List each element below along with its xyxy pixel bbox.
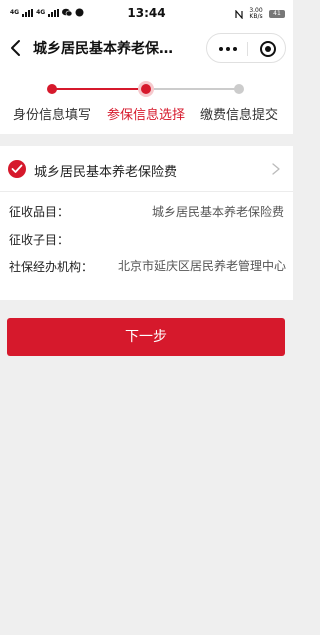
mini-program-capsule xyxy=(206,33,286,63)
back-button[interactable] xyxy=(6,36,28,60)
progress-steps: 身份信息填写 参保信息选择 缴费信息提交 xyxy=(0,68,293,134)
insurance-card: 城乡居民基本养老保险费 征收品目： 城乡居民基本养老保险费 征收子目： 社保经办… xyxy=(0,146,293,300)
target-circle-icon[interactable] xyxy=(260,41,276,57)
social-security-agency-label: 社保经办机构： xyxy=(9,260,94,274)
step-line-done xyxy=(52,88,146,90)
more-dots-icon[interactable] xyxy=(219,47,237,51)
step-dot-3 xyxy=(234,84,244,94)
step-label-1: 身份信息填写 xyxy=(13,108,92,123)
collection-subitem-label: 征收子目： xyxy=(9,233,70,247)
battery-indicator: 41 xyxy=(269,10,285,18)
screen: 4G 4G 13:44 3.00 KB/s 41 城乡居民基本养老保… 身份信息… xyxy=(0,0,293,635)
check-circle-icon xyxy=(8,160,26,178)
step-label-3: 缴费信息提交 xyxy=(200,108,279,123)
status-bar: 4G 4G 13:44 3.00 KB/s 41 xyxy=(0,0,293,28)
status-right: 3.00 KB/s 41 xyxy=(235,8,285,20)
step-label-2: 参保信息选择 xyxy=(107,108,186,123)
chevron-right-icon xyxy=(272,163,280,175)
collection-item-label: 征收品目： xyxy=(9,205,70,219)
nav-bar: 城乡居民基本养老保… xyxy=(0,28,293,68)
page-title: 城乡居民基本养老保… xyxy=(33,41,173,57)
social-security-agency-value: 北京市延庆区居民养老管理中心 xyxy=(117,259,286,273)
insurance-type-selector[interactable]: 城乡居民基本养老保险费 xyxy=(0,146,293,192)
next-step-button[interactable]: 下一步 xyxy=(7,318,285,356)
collection-item-value: 城乡居民基本养老保险费 xyxy=(151,205,284,219)
step-dot-1 xyxy=(47,84,57,94)
capsule-divider xyxy=(247,42,248,56)
step-line-pending xyxy=(146,88,239,90)
step-dot-2 xyxy=(141,84,151,94)
nfc-icon xyxy=(235,9,243,19)
chevron-left-icon xyxy=(11,40,20,56)
network-speed: 3.00 KB/s xyxy=(249,7,263,20)
insurance-type-title: 城乡居民基本养老保险费 xyxy=(34,165,178,180)
